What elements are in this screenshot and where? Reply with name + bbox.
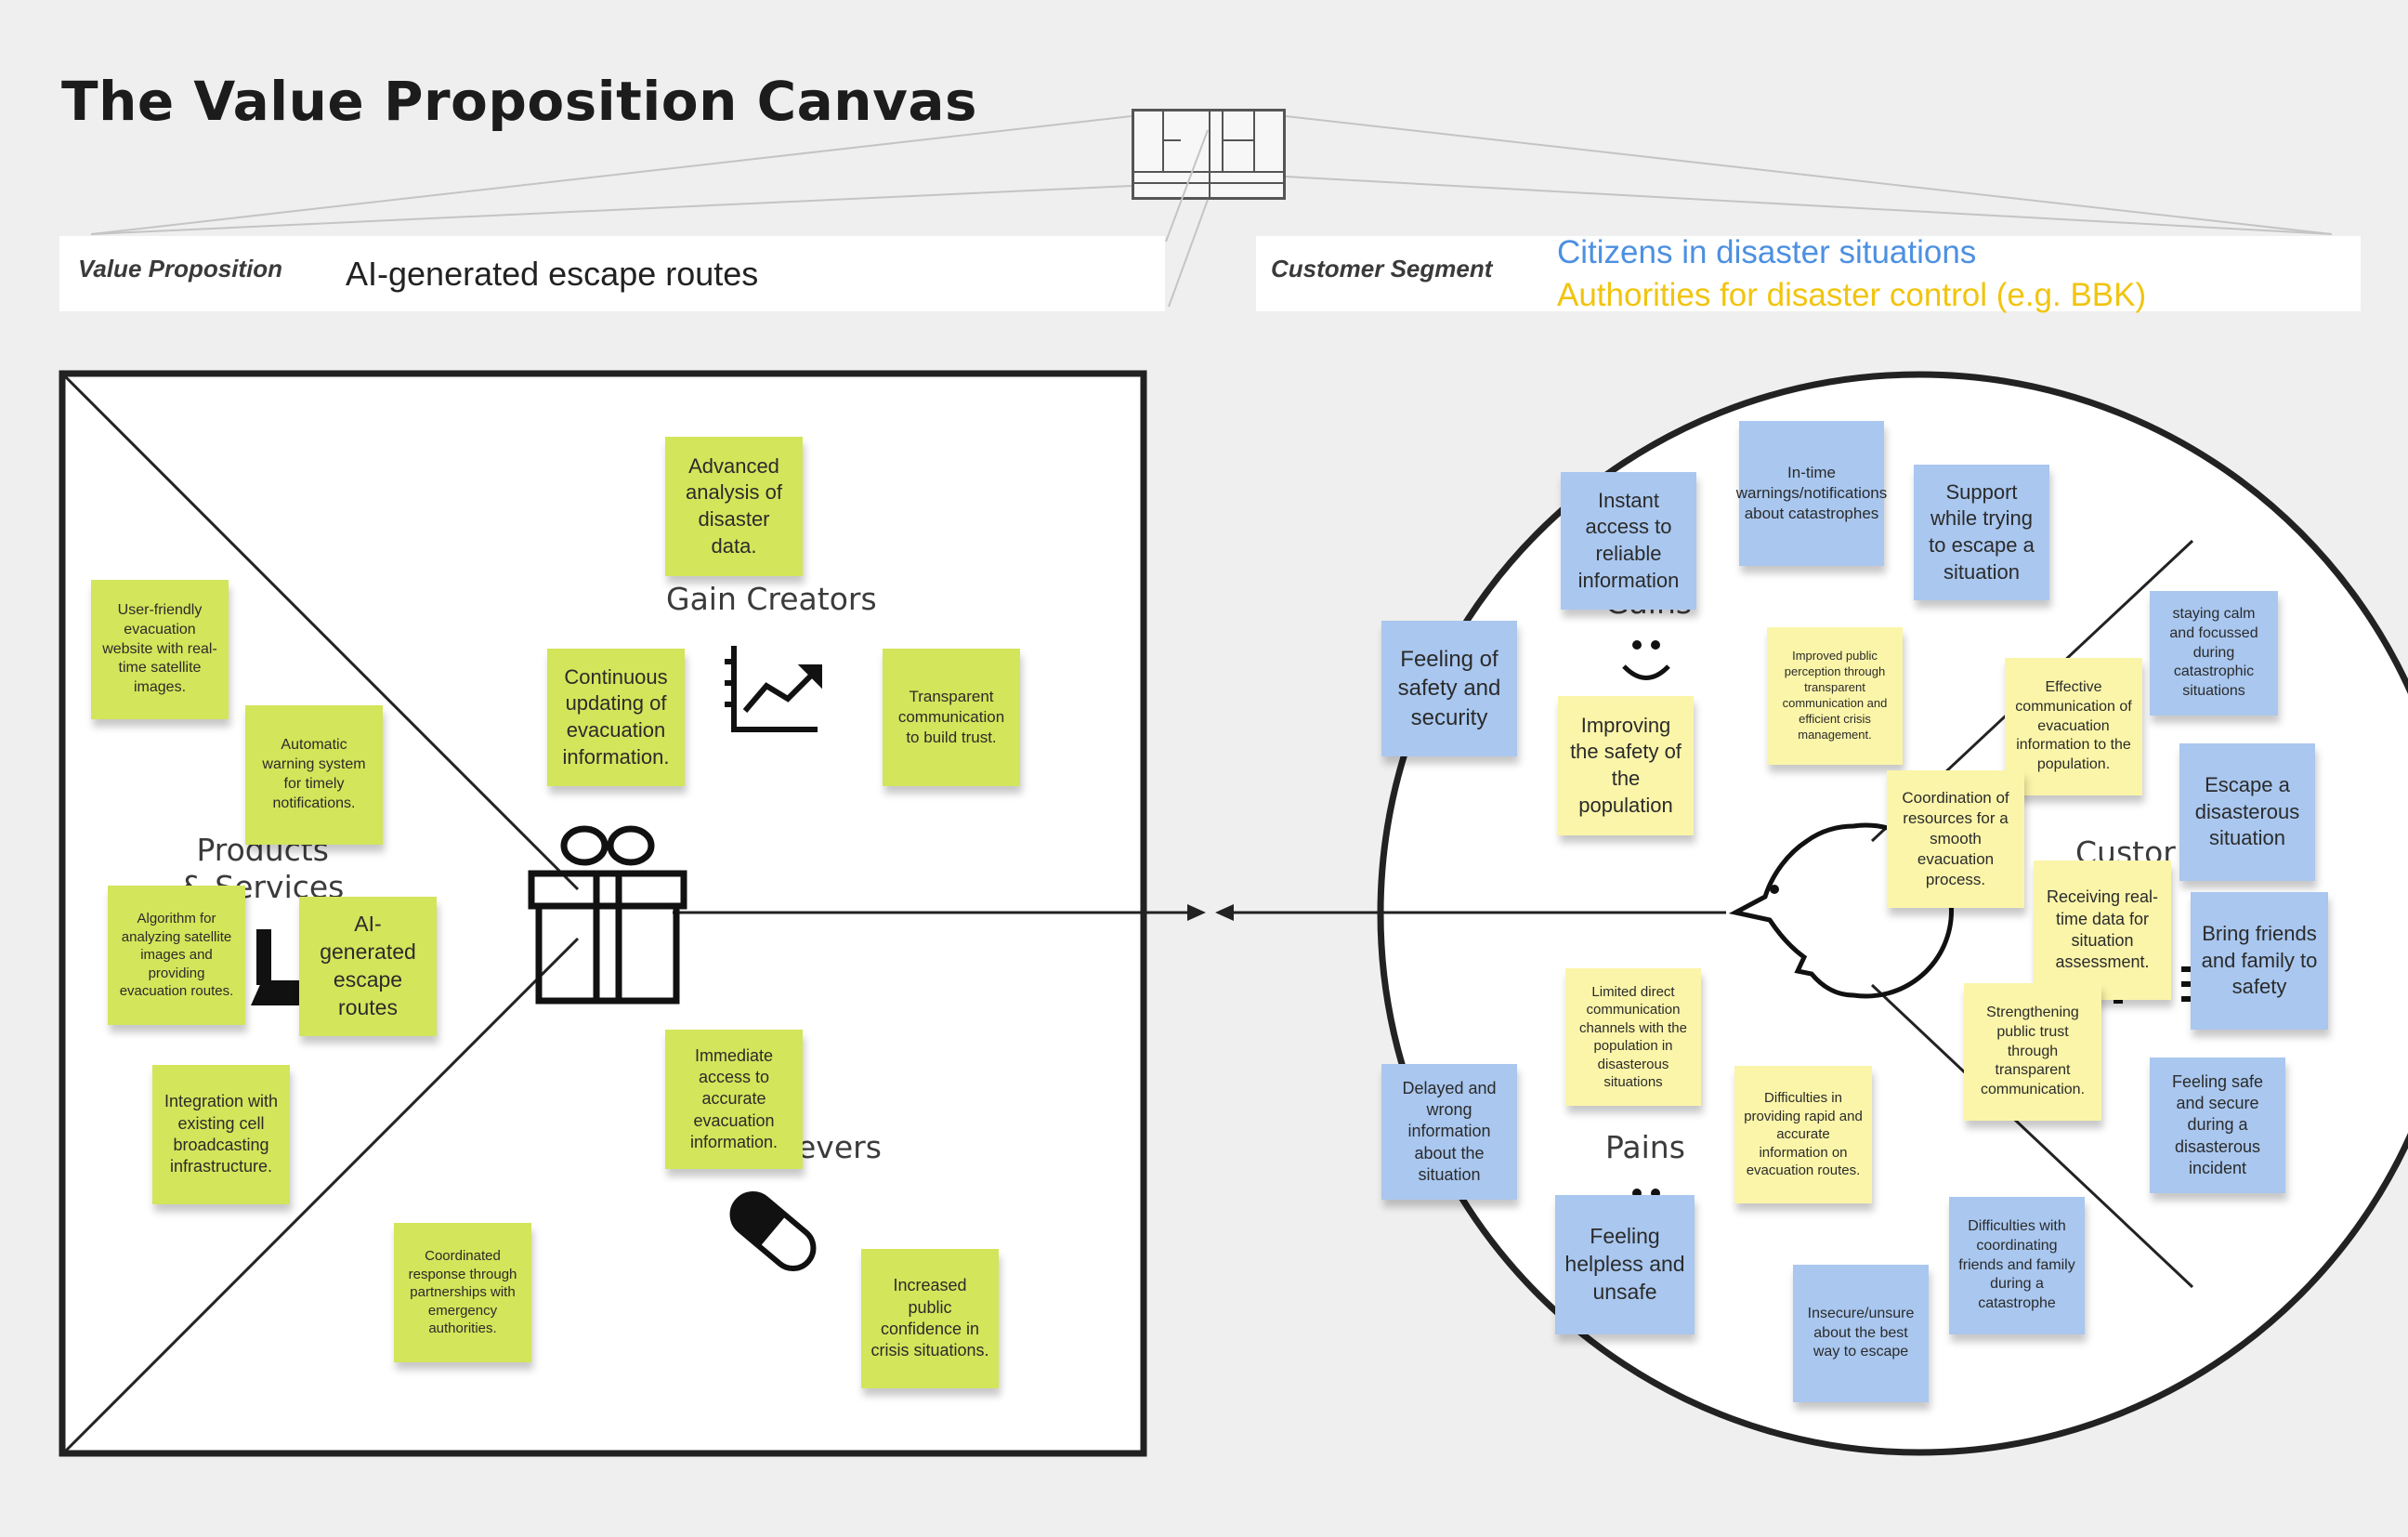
- note-improved-perception[interactable]: Improved public perception through trans…: [1767, 627, 1903, 765]
- pain-relievers-label: evers: [797, 1129, 882, 1165]
- note-difficulties-coordinating[interactable]: Difficulties with coordinating friends a…: [1949, 1197, 2085, 1334]
- note-escape-disaster[interactable]: Escape a disasterous situation: [2179, 743, 2315, 881]
- note-difficulties-rapid[interactable]: Difficulties in providing rapid and accu…: [1734, 1066, 1872, 1203]
- note-support-escape[interactable]: Support while trying to escape a situati…: [1914, 465, 2049, 600]
- note-integration[interactable]: Integration with existing cell broadcast…: [152, 1065, 290, 1204]
- note-continuous-updating[interactable]: Continuous updating of evacuation inform…: [547, 649, 685, 786]
- note-receiving-data[interactable]: Receiving real-time data for situation a…: [2034, 860, 2171, 1000]
- note-coordinated-response[interactable]: Coordinated response through partnership…: [394, 1223, 531, 1362]
- note-insecure-escape[interactable]: Insecure/unsure about the best way to es…: [1793, 1265, 1929, 1402]
- note-effective-communication[interactable]: Effective communication of evacuation in…: [2005, 658, 2142, 795]
- note-staying-calm[interactable]: staying calm and focussed during catastr…: [2150, 591, 2278, 716]
- note-algorithm[interactable]: Algorithm for analyzing satellite images…: [108, 886, 245, 1025]
- note-advanced-analysis[interactable]: Advanced analysis of disaster data.: [665, 437, 803, 576]
- note-increased-confidence[interactable]: Increased public confidence in crisis si…: [861, 1249, 999, 1388]
- gain-creators-label: Gain Creators: [666, 581, 877, 617]
- note-ai-routes[interactable]: AI-generated escape routes: [299, 897, 437, 1036]
- note-feeling-safety[interactable]: Feeling of safety and security: [1381, 621, 1517, 756]
- note-improving-safety[interactable]: Improving the safety of the population: [1558, 696, 1694, 835]
- note-strengthening-trust[interactable]: Strengthening public trust through trans…: [1964, 983, 2101, 1121]
- note-in-time-warnings[interactable]: In-time warnings/notifications about cat…: [1736, 421, 1887, 566]
- note-instant-access[interactable]: Instant access to reliable information: [1561, 472, 1696, 610]
- note-feeling-safe[interactable]: Feeling safe and secure during a disaste…: [2150, 1058, 2285, 1193]
- pains-label: Pains: [1605, 1129, 1685, 1165]
- note-feeling-helpless[interactable]: Feeling helpless and unsafe: [1555, 1195, 1695, 1334]
- note-limited-channels[interactable]: Limited direct communication channels wi…: [1565, 968, 1701, 1106]
- note-user-friendly-website[interactable]: User-friendly evacuation website with re…: [91, 580, 229, 719]
- note-transparent-communication[interactable]: Transparent communication to build trust…: [883, 649, 1020, 786]
- note-delayed-info[interactable]: Delayed and wrong information about the …: [1381, 1064, 1517, 1200]
- note-bring-friends[interactable]: Bring friends and family to safety: [2191, 892, 2328, 1030]
- note-immediate-access[interactable]: Immediate access to accurate evacuation …: [665, 1030, 803, 1169]
- note-coordination-resources[interactable]: Coordination of resources for a smooth e…: [1887, 770, 2024, 908]
- note-automatic-warning[interactable]: Automatic warning system for timely noti…: [245, 705, 383, 845]
